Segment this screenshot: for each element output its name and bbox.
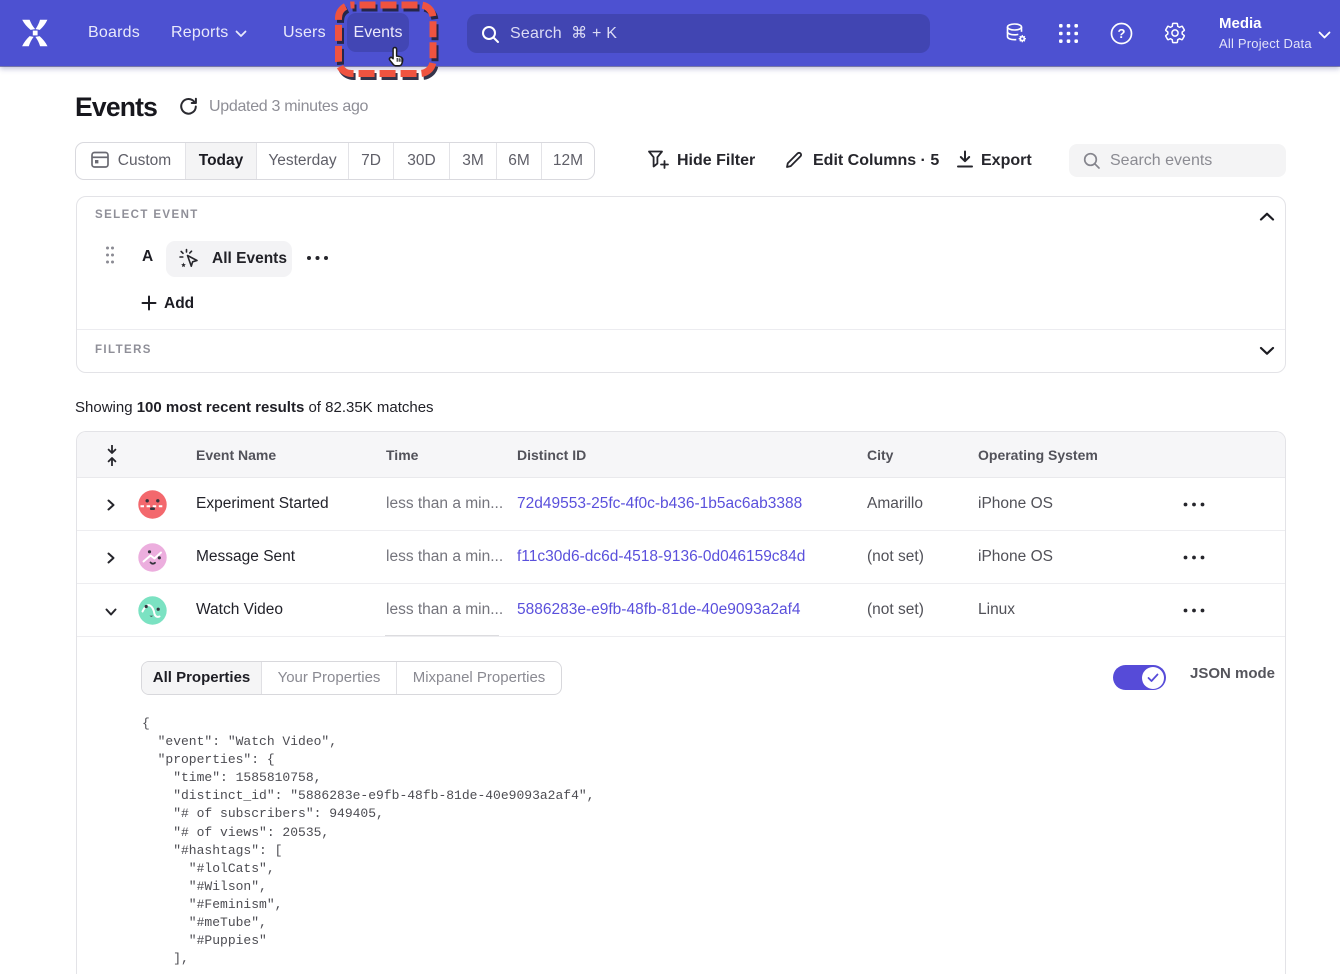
svg-text:?: ? (1118, 26, 1126, 41)
